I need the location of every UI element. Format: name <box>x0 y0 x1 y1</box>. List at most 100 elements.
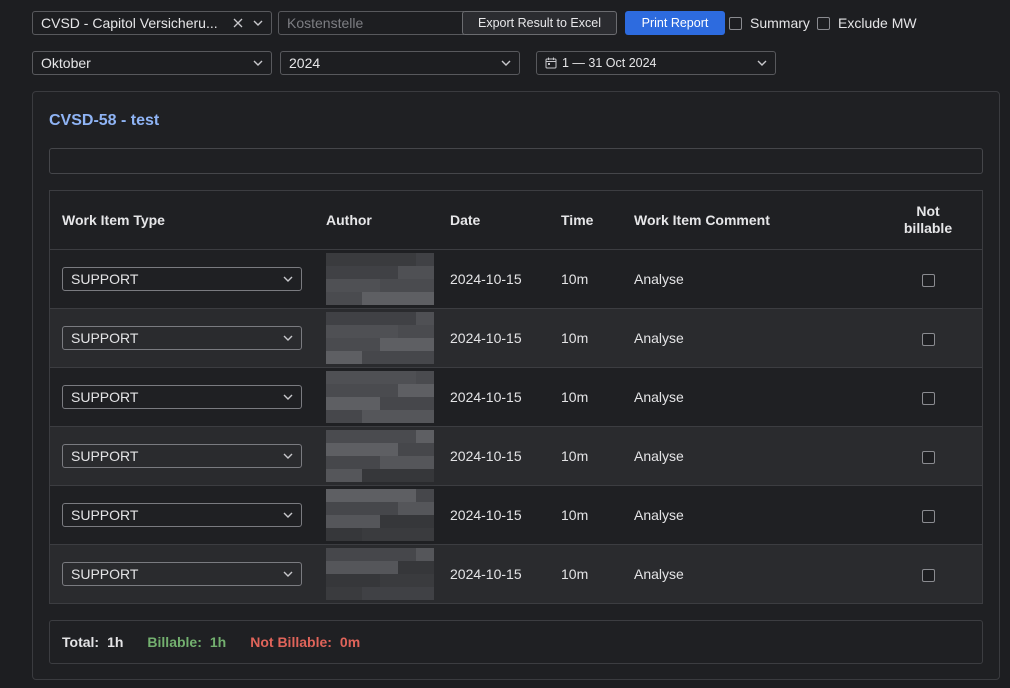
chevron-down-icon <box>283 571 293 577</box>
work-items-table-container: Work Item Type Author Date Time Work Ite… <box>49 190 983 604</box>
cell-not-billable <box>874 544 983 604</box>
summary-label: Summary <box>750 15 810 31</box>
not-billable-checkbox[interactable] <box>921 391 935 405</box>
chevron-down-icon <box>283 512 293 518</box>
year-select[interactable]: 2024 <box>280 51 520 75</box>
billable-label: Billable: <box>147 634 202 650</box>
cell-time: 10m <box>561 544 634 604</box>
cell-date: 2024-10-15 <box>450 426 561 486</box>
cell-author <box>326 426 450 486</box>
cell-time: 10m <box>561 308 634 368</box>
issue-bar <box>49 148 983 174</box>
work-item-type-select[interactable]: SUPPORT <box>62 444 302 468</box>
cell-date: 2024-10-15 <box>450 367 561 427</box>
chevron-down-icon <box>757 60 767 66</box>
author-avatar-redacted <box>326 371 434 423</box>
cell-work-item-type: SUPPORT <box>49 544 326 604</box>
cost-center-input[interactable]: Kostenstelle <box>278 11 464 35</box>
chevron-down-icon <box>253 60 263 66</box>
work-item-type-select[interactable]: SUPPORT <box>62 267 302 291</box>
cell-author <box>326 544 450 604</box>
cell-work-item-type: SUPPORT <box>49 367 326 427</box>
month-select-value: Oktober <box>41 55 91 71</box>
cell-time: 10m <box>561 367 634 427</box>
cell-not-billable <box>874 308 983 368</box>
table-header-row: Work Item Type Author Date Time Work Ite… <box>49 190 983 250</box>
table-row: SUPPORT 2024-10-15 10m Analyse <box>49 544 983 604</box>
cell-comment: Analyse <box>634 308 874 368</box>
project-select-value: CVSD - Capitol Versicheru... <box>41 15 218 31</box>
chevron-down-icon <box>501 60 511 66</box>
work-item-type-value: SUPPORT <box>71 448 139 464</box>
export-excel-button[interactable]: Export Result to Excel <box>462 11 617 35</box>
chevron-down-icon <box>283 394 293 400</box>
header-not-billable: Not billable <box>874 190 983 250</box>
author-avatar-redacted <box>326 253 434 305</box>
work-item-type-value: SUPPORT <box>71 330 139 346</box>
cell-work-item-type: SUPPORT <box>49 308 326 368</box>
table-row: SUPPORT 2024-10-15 10m Analyse <box>49 249 983 309</box>
not-billable-checkbox[interactable] <box>921 332 935 346</box>
author-avatar-redacted <box>326 489 434 541</box>
cell-time: 10m <box>561 426 634 486</box>
author-avatar-redacted <box>326 548 434 600</box>
cell-comment: Analyse <box>634 249 874 309</box>
chevron-down-icon <box>253 20 263 26</box>
work-item-type-value: SUPPORT <box>71 389 139 405</box>
work-items-table: Work Item Type Author Date Time Work Ite… <box>49 190 983 604</box>
cell-work-item-type: SUPPORT <box>49 485 326 545</box>
table-row: SUPPORT 2024-10-15 10m Analyse <box>49 308 983 368</box>
summary-checkbox[interactable] <box>729 16 742 30</box>
work-item-type-select[interactable]: SUPPORT <box>62 326 302 350</box>
not-billable-checkbox[interactable] <box>921 450 935 464</box>
exclude-mw-toggle[interactable]: Exclude MW <box>817 15 917 31</box>
work-item-type-value: SUPPORT <box>71 271 139 287</box>
not-billable-value: 0m <box>339 634 361 650</box>
cell-not-billable <box>874 367 983 427</box>
cell-date: 2024-10-15 <box>450 485 561 545</box>
totals-bar: Total: 1h Billable: 1h Not Billable: 0m <box>49 620 983 664</box>
header-work-item-type: Work Item Type <box>49 190 326 250</box>
table-row: SUPPORT 2024-10-15 10m Analyse <box>49 426 983 486</box>
work-item-type-value: SUPPORT <box>71 566 139 582</box>
cell-time: 10m <box>561 485 634 545</box>
cell-date: 2024-10-15 <box>450 249 561 309</box>
cell-comment: Analyse <box>634 485 874 545</box>
exclude-mw-label: Exclude MW <box>838 15 917 31</box>
date-range-value: 1 — 31 Oct 2024 <box>562 56 657 70</box>
table-row: SUPPORT 2024-10-15 10m Analyse <box>49 485 983 545</box>
print-report-button[interactable]: Print Report <box>625 11 725 35</box>
date-range-picker[interactable]: 1 — 31 Oct 2024 <box>536 51 776 75</box>
work-item-type-select[interactable]: SUPPORT <box>62 503 302 527</box>
cell-date: 2024-10-15 <box>450 544 561 604</box>
summary-toggle[interactable]: Summary <box>729 15 810 31</box>
cell-author <box>326 367 450 427</box>
cell-not-billable <box>874 485 983 545</box>
cell-time: 10m <box>561 249 634 309</box>
not-billable-checkbox[interactable] <box>921 273 935 287</box>
billable-value: 1h <box>209 634 227 650</box>
header-time: Time <box>561 190 634 250</box>
cell-work-item-type: SUPPORT <box>49 249 326 309</box>
report-card: CVSD-58 - test Work Item Type Author Dat… <box>32 91 1000 680</box>
exclude-mw-checkbox[interactable] <box>817 16 830 30</box>
cell-work-item-type: SUPPORT <box>49 426 326 486</box>
table-row: SUPPORT 2024-10-15 10m Analyse <box>49 367 983 427</box>
cell-not-billable <box>874 249 983 309</box>
not-billable-checkbox[interactable] <box>921 568 935 582</box>
total-value: 1h <box>107 634 124 650</box>
header-comment: Work Item Comment <box>634 190 874 250</box>
month-select[interactable]: Oktober <box>32 51 272 75</box>
not-billable-checkbox[interactable] <box>921 509 935 523</box>
calendar-icon <box>545 57 557 69</box>
issue-title[interactable]: CVSD-58 - test <box>49 112 159 130</box>
project-select[interactable]: CVSD - Capitol Versicheru... <box>32 11 272 35</box>
total-label: Total: <box>62 634 100 650</box>
header-not-billable-line1: Not <box>916 203 940 219</box>
chevron-down-icon <box>283 335 293 341</box>
work-item-type-select[interactable]: SUPPORT <box>62 385 302 409</box>
close-icon[interactable] <box>233 18 243 28</box>
work-item-type-select[interactable]: SUPPORT <box>62 562 302 586</box>
header-date: Date <box>450 190 561 250</box>
work-item-type-value: SUPPORT <box>71 507 139 523</box>
